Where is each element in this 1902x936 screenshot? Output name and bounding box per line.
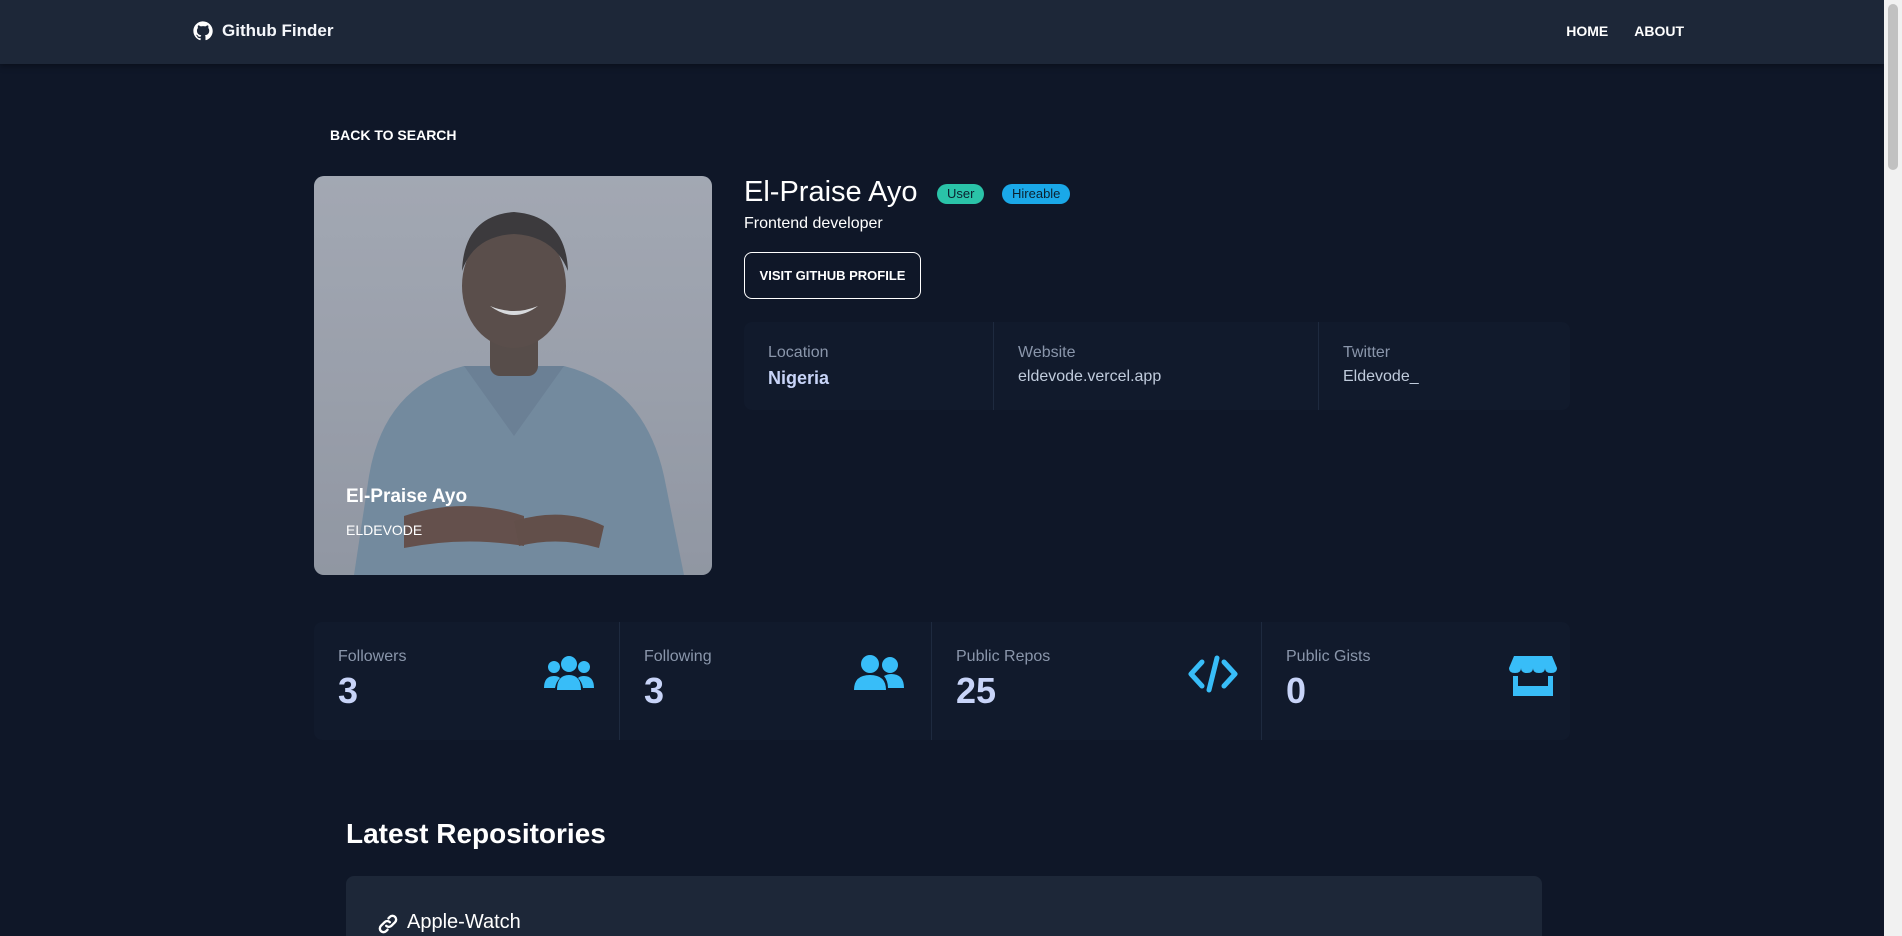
following-label: Following [644,648,712,665]
twitter-link[interactable]: Eldevode_ [1343,368,1548,386]
avatar-login: ELDEVODE [346,522,423,538]
location-cell: Location Nigeria [768,322,988,410]
location-label: Location [768,344,829,361]
avatar-name: El-Praise Ayo [346,486,468,507]
brand-name: Github Finder [222,21,334,40]
nav-about-link[interactable]: ABOUT [1634,23,1684,39]
page-scrollbar[interactable] [1884,0,1902,936]
profile-bio: Frontend developer [744,215,883,232]
followers-label: Followers [338,648,407,665]
back-to-search-button[interactable]: BACK TO SEARCH [330,127,457,143]
public-repos-value: 25 [956,670,997,711]
public-repos-stat: Public Repos 25 [931,622,1261,740]
location-value: Nigeria [768,368,830,388]
public-gists-value: 0 [1286,670,1307,711]
brand[interactable]: Github Finder [192,20,333,42]
public-repos-label: Public Repos [956,648,1051,665]
user-badge: User [937,184,985,204]
nav-links: HOME ABOUT [1566,23,1684,39]
repo-card[interactable] [346,876,1542,936]
info-panel: Location Nigeria Website eldevode.vercel… [744,322,1570,410]
twitter-label: Twitter [1343,344,1391,361]
website-label: Website [1018,344,1076,361]
website-cell: Website eldevode.vercel.app [993,322,1318,410]
repo-name-link[interactable]: Apple-Watch [407,911,521,934]
website-link[interactable]: eldevode.vercel.app [1018,368,1318,386]
hireable-badge: Hireable [1002,184,1071,204]
scrollbar-thumb[interactable] [1888,4,1898,170]
following-stat: Following 3 [619,622,931,740]
code-icon [1188,655,1238,693]
users-icon [544,656,594,690]
link-icon [378,914,398,934]
following-value: 3 [644,670,665,711]
visit-github-profile-button[interactable]: VISIT GITHUB PROFILE [744,252,921,299]
followers-stat: Followers 3 [314,622,619,740]
avatar-card: El-Praise Ayo ELDEVODE [314,176,712,575]
followers-value: 3 [338,670,359,711]
avatar-photo [314,176,712,575]
profile-name: El-Praise Ayo [744,176,918,208]
twitter-cell: Twitter Eldevode_ [1318,322,1548,410]
user-friends-icon [854,655,904,690]
public-gists-stat: Public Gists 0 [1261,622,1570,740]
nav-home-link[interactable]: HOME [1566,23,1608,39]
store-icon [1509,656,1557,696]
github-icon [193,21,213,41]
latest-repositories-title: Latest Repositories [346,818,606,849]
public-gists-label: Public Gists [1286,648,1371,665]
navbar: Github Finder HOME ABOUT [0,0,1884,64]
stats-panel: Followers 3 Following 3 Public Repos 25 [314,622,1570,740]
